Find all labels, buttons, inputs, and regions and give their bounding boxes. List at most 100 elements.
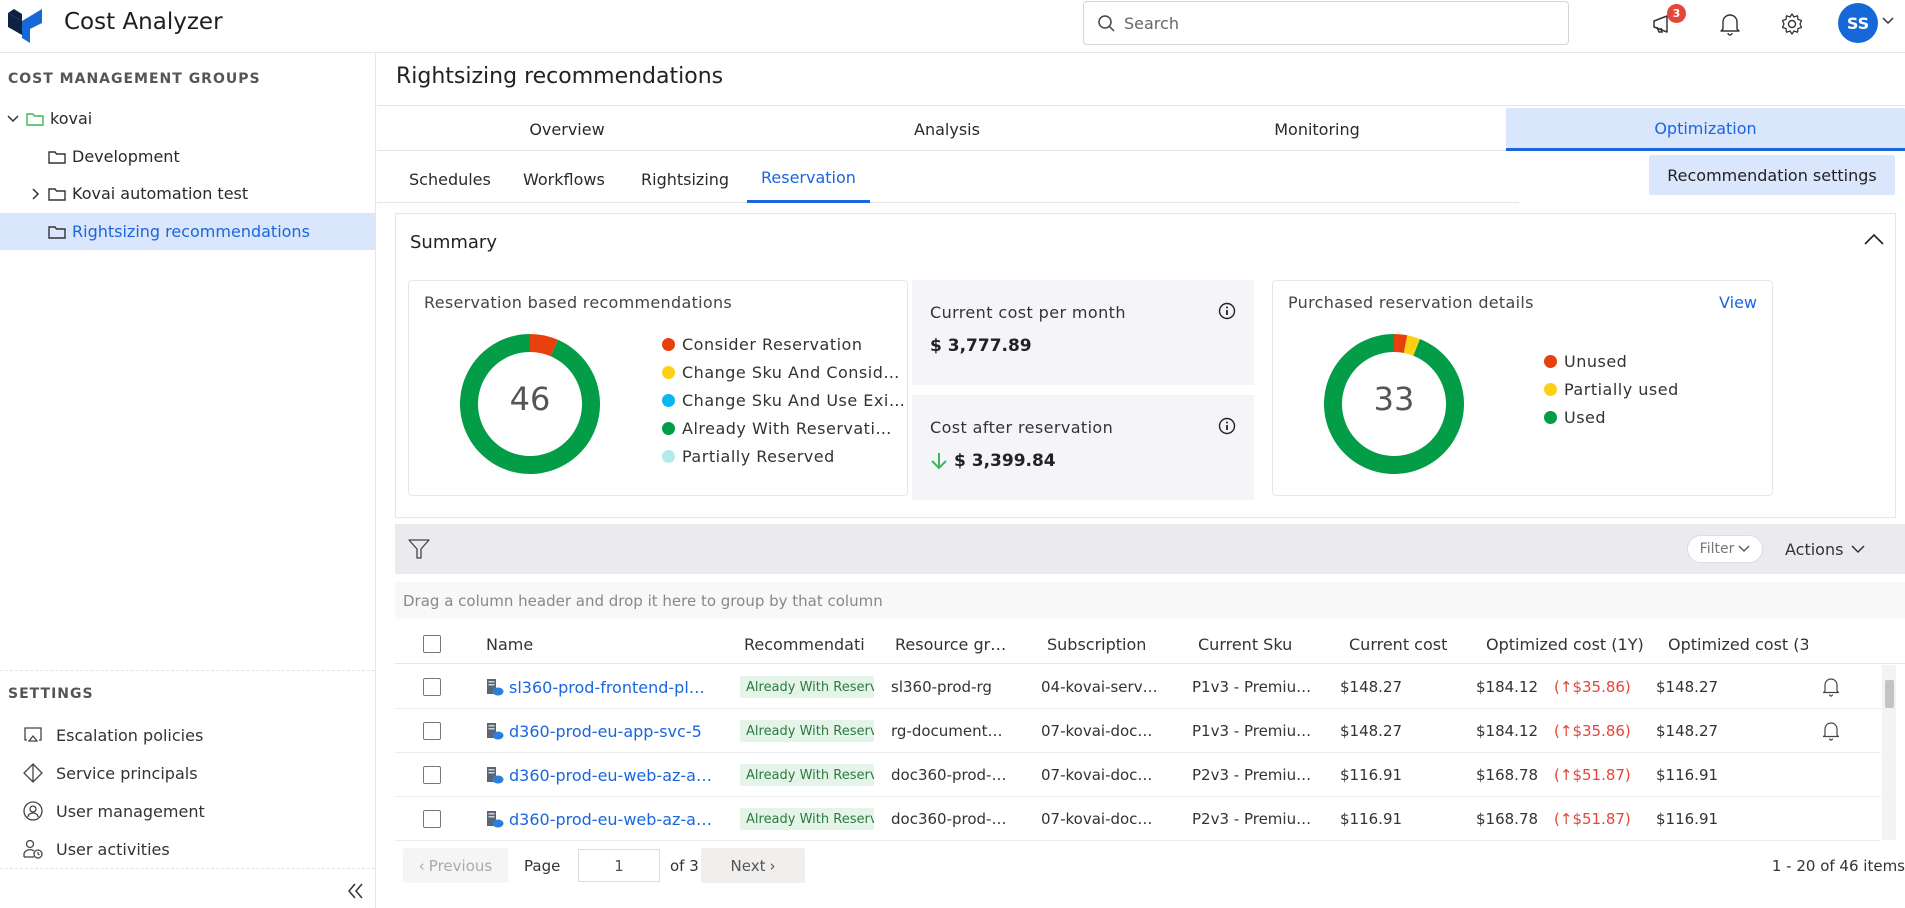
info-icon[interactable] bbox=[1218, 302, 1236, 320]
app-title: Cost Analyzer bbox=[64, 9, 223, 35]
column-header-optimized-cost-1y[interactable]: Optimized cost (1Y) bbox=[1486, 624, 1656, 664]
grid-scrollbar[interactable] bbox=[1882, 665, 1896, 840]
collapse-sidebar-icon[interactable] bbox=[345, 880, 367, 902]
recommendation-badge: Already With Reserv bbox=[740, 808, 874, 830]
chevron-right-icon: › bbox=[769, 856, 776, 875]
chevron-down-icon bbox=[1738, 545, 1750, 552]
legend-item[interactable]: Consider Reservation bbox=[662, 330, 905, 358]
resource-name-link[interactable]: d360-prod-eu-web-az-a… bbox=[509, 766, 712, 785]
bell-icon bbox=[1720, 14, 1740, 36]
filter-dropdown[interactable]: Filter bbox=[1687, 535, 1763, 563]
row-checkbox[interactable] bbox=[423, 722, 441, 740]
group-by-drop-area[interactable]: Drag a column header and drop it here to… bbox=[395, 582, 1905, 619]
tree-item-rightsizing-recommendations[interactable]: Rightsizing recommendations bbox=[0, 213, 375, 250]
cost-increase: (↑$51.87) bbox=[1554, 810, 1631, 828]
pager: ‹ Previous Page of 3 Next › 1 - 20 of 46… bbox=[395, 848, 1905, 886]
main-tabs: Overview Analysis Monitoring Optimizatio… bbox=[377, 108, 1905, 151]
announcements-button[interactable]: 3 bbox=[1648, 4, 1686, 40]
row-checkbox[interactable] bbox=[423, 766, 441, 784]
subtab-workflows[interactable]: Workflows bbox=[523, 155, 605, 203]
recommendation-badge: Already With Reserv bbox=[740, 764, 874, 786]
column-header-subscription[interactable]: Subscription bbox=[1047, 624, 1167, 664]
legend-label: Partially used bbox=[1564, 379, 1679, 399]
chevron-up-icon[interactable] bbox=[1863, 230, 1885, 248]
column-header-optimized-cost-3y[interactable]: Optimized cost (3 bbox=[1668, 624, 1808, 664]
tab-optimization[interactable]: Optimization bbox=[1506, 108, 1905, 151]
funnel-icon[interactable] bbox=[407, 537, 431, 561]
legend-item[interactable]: Used bbox=[1544, 403, 1679, 431]
optimized-cost-1y: $184.12 bbox=[1476, 678, 1539, 696]
page-number-input[interactable] bbox=[578, 849, 660, 882]
table-row[interactable]: d360-prod-eu-web-az-a… Already With Reser… bbox=[395, 753, 1881, 797]
subscription-cell: 07-kovai-doc… bbox=[1041, 766, 1153, 784]
chevron-down-icon[interactable] bbox=[1881, 16, 1895, 26]
chevron-down-icon[interactable] bbox=[6, 112, 20, 126]
tree-item-development[interactable]: Development bbox=[0, 138, 375, 175]
tree-item-kovai[interactable]: kovai bbox=[0, 100, 375, 137]
tab-overview[interactable]: Overview bbox=[377, 108, 757, 151]
view-link[interactable]: View bbox=[1719, 293, 1757, 312]
table-row[interactable]: d360-prod-eu-web-az-a… Already With Reser… bbox=[395, 797, 1881, 841]
user-circle-icon bbox=[23, 801, 43, 821]
subtab-rightsizing[interactable]: Rightsizing bbox=[641, 155, 729, 203]
actions-dropdown[interactable]: Actions bbox=[1785, 535, 1865, 563]
legend-item[interactable]: Change Sku And Use Exi… bbox=[662, 386, 905, 414]
reservation-recommendations-card: Reservation based recommendations 46 Con… bbox=[408, 280, 908, 496]
chevron-right-icon[interactable] bbox=[28, 187, 42, 201]
row-checkbox[interactable] bbox=[423, 810, 441, 828]
search-input[interactable] bbox=[1124, 2, 1554, 44]
legend-item[interactable]: Unused bbox=[1544, 347, 1679, 375]
subtab-schedules[interactable]: Schedules bbox=[409, 155, 491, 203]
optimized-cost-1y: $184.12 bbox=[1476, 722, 1539, 740]
grid-header: Name Recommendati Resource gr… Subscript… bbox=[395, 624, 1905, 664]
column-header-resource-group[interactable]: Resource gr… bbox=[895, 624, 1015, 664]
column-header-current-cost[interactable]: Current cost bbox=[1349, 624, 1469, 664]
legend-item[interactable]: Partially Reserved bbox=[662, 442, 905, 470]
donut-total: 33 bbox=[1373, 380, 1415, 418]
next-page-button[interactable]: Next › bbox=[701, 848, 805, 883]
cost-increase: (↑$51.87) bbox=[1554, 766, 1631, 784]
subscription-cell: 04-kovai-serv… bbox=[1041, 678, 1158, 696]
legend-item[interactable]: Partially used bbox=[1544, 375, 1679, 403]
tree-item-label: Kovai automation test bbox=[72, 184, 249, 203]
search-box[interactable] bbox=[1083, 1, 1569, 45]
notifications-button[interactable] bbox=[1714, 8, 1746, 40]
resource-name-link[interactable]: sl360-prod-frontend-pl… bbox=[509, 678, 705, 697]
recommendation-settings-button[interactable]: Recommendation settings bbox=[1649, 155, 1895, 195]
bell-icon[interactable] bbox=[1822, 677, 1840, 697]
column-header-current-sku[interactable]: Current Sku bbox=[1198, 624, 1318, 664]
tab-analysis[interactable]: Analysis bbox=[757, 108, 1137, 151]
cost-increase: (↑$35.86) bbox=[1554, 722, 1631, 740]
legend-item[interactable]: Change Sku And Consid… bbox=[662, 358, 905, 386]
settings-button[interactable] bbox=[1776, 8, 1808, 40]
column-header-recommendation[interactable]: Recommendati bbox=[744, 624, 867, 664]
resource-name-link[interactable]: d360-prod-eu-web-az-a… bbox=[509, 810, 712, 829]
resource-name-link[interactable]: d360-prod-eu-app-svc-5 bbox=[509, 722, 702, 741]
settings-item-service-principals[interactable]: Service principals bbox=[22, 758, 198, 788]
tree-item-kovai-automation-test[interactable]: Kovai automation test bbox=[0, 175, 375, 212]
settings-item-user-management[interactable]: User management bbox=[22, 796, 205, 826]
settings-item-escalation-policies[interactable]: Escalation policies bbox=[22, 720, 203, 750]
scrollbar-thumb[interactable] bbox=[1885, 680, 1894, 708]
row-checkbox[interactable] bbox=[423, 678, 441, 696]
summary-title: Summary bbox=[410, 232, 497, 253]
table-row[interactable]: d360-prod-eu-app-svc-5 Already With Reser… bbox=[395, 709, 1881, 753]
escalation-icon bbox=[24, 727, 42, 742]
info-icon[interactable] bbox=[1218, 417, 1236, 435]
subtab-reservation[interactable]: Reservation bbox=[747, 155, 870, 203]
legend-swatch bbox=[1544, 382, 1557, 396]
bell-icon[interactable] bbox=[1822, 721, 1840, 741]
column-header-name[interactable]: Name bbox=[486, 624, 686, 664]
user-avatar[interactable]: SS bbox=[1838, 3, 1878, 43]
legend-label: Change Sku And Use Exi… bbox=[682, 390, 906, 410]
previous-page-button[interactable]: ‹ Previous bbox=[403, 848, 508, 883]
select-all-checkbox[interactable] bbox=[423, 635, 441, 653]
page-count-label: of 3 bbox=[670, 857, 699, 875]
settings-item-user-activities[interactable]: User activities bbox=[22, 834, 170, 864]
legend-item[interactable]: Already With Reservati… bbox=[662, 414, 905, 442]
grid-toolbar: Filter Actions bbox=[395, 524, 1905, 574]
resource-group-cell: rg-document… bbox=[891, 722, 1003, 740]
table-row[interactable]: sl360-prod-frontend-pl… Already With Rese… bbox=[395, 665, 1881, 709]
settings-heading: SETTINGS bbox=[8, 686, 94, 702]
tab-monitoring[interactable]: Monitoring bbox=[1127, 108, 1507, 151]
